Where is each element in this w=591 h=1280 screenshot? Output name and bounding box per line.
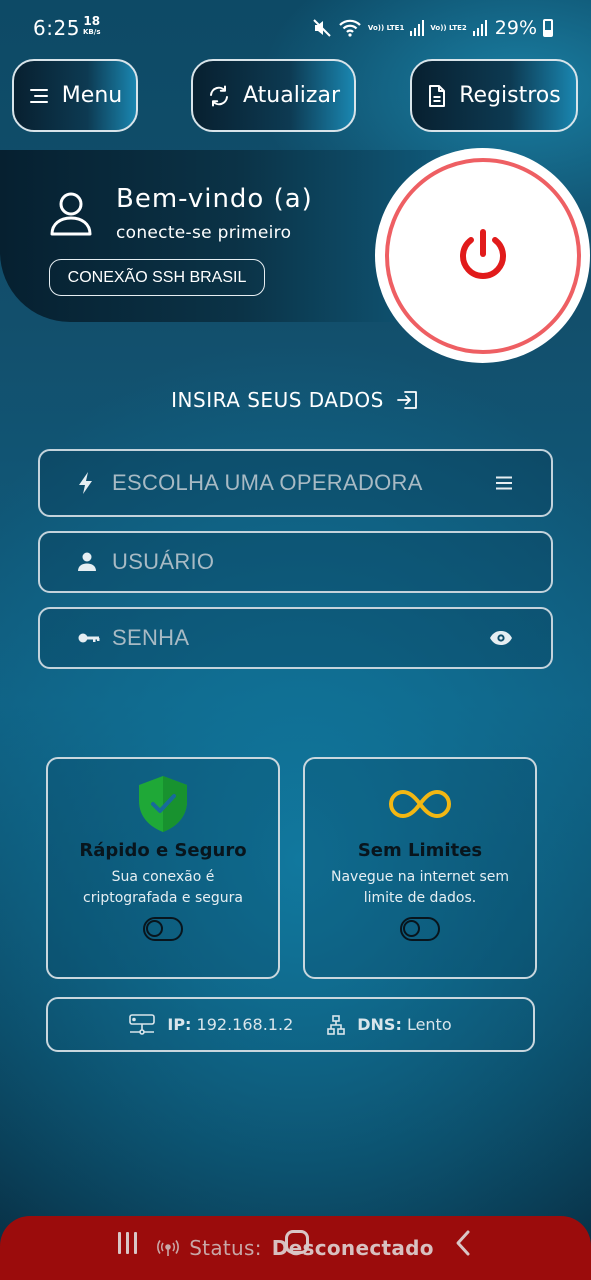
power-ring: [384, 157, 581, 354]
refresh-button[interactable]: Atualizar: [191, 59, 356, 132]
wifi-icon: [339, 19, 361, 37]
ip-info: IP: 192.168.1.2: [167, 1015, 293, 1034]
welcome-subtitle: conecte-se primeiro: [116, 223, 292, 243]
feature-card-unlimited: Sem Limites Navegue na internet sem limi…: [303, 757, 537, 979]
infinity-icon: [388, 773, 452, 835]
feature-description: Sua conexão é criptografada e segura: [83, 869, 243, 906]
menu-icon: [29, 88, 48, 103]
logs-button-label: Registros: [459, 83, 561, 108]
system-status-bar: 6:25 18 KB/s Vo)) LTE1 Vo)) LTE2 29%: [0, 0, 591, 56]
password-placeholder: SENHA: [112, 625, 190, 650]
dns-info: DNS: Lento: [357, 1015, 451, 1034]
clock: 6:25: [33, 16, 80, 40]
battery-percent: 29%: [494, 17, 537, 39]
net-speed-unit: KB/s: [83, 28, 101, 36]
eye-icon[interactable]: [489, 630, 513, 646]
back-icon[interactable]: [455, 1229, 471, 1257]
sim1-label: Vo)) LTE1: [367, 24, 405, 32]
shield-check-icon: [136, 773, 190, 835]
signal-bars-1: [410, 20, 425, 36]
status-icons: Vo)) LTE1 Vo)) LTE2 29%: [312, 14, 553, 42]
refresh-icon: [209, 85, 228, 106]
secure-toggle[interactable]: [143, 917, 183, 941]
password-field[interactable]: SENHA: [38, 607, 553, 669]
feature-title: Rápido e Seguro: [79, 840, 247, 861]
power-icon: [459, 228, 506, 279]
power-button[interactable]: [375, 148, 590, 363]
signal-bars-2: [472, 20, 487, 36]
status-label: Status:: [189, 1236, 262, 1260]
refresh-button-label: Atualizar: [242, 83, 340, 108]
antenna-icon: [157, 1240, 180, 1256]
ip-value: 192.168.1.2: [196, 1015, 294, 1034]
feature-title: Sem Limites: [357, 840, 483, 861]
document-icon: [429, 84, 446, 107]
login-icon: [396, 391, 417, 409]
user-icon: [50, 192, 92, 236]
dns-value: Lento: [406, 1015, 452, 1034]
net-speed-value: 18: [83, 14, 101, 28]
username-placeholder: USUÁRIO: [112, 549, 215, 574]
net-speed: 18 KB/s: [83, 14, 101, 38]
operator-select[interactable]: ESCOLHA UMA OPERADORA: [38, 449, 553, 517]
feature-description: Navegue na internet sem limite de dados.: [330, 869, 510, 906]
sim2-label: Vo)) LTE2: [430, 24, 467, 32]
operator-placeholder: ESCOLHA UMA OPERADORA: [112, 470, 423, 495]
welcome-title: Bem-vindo (a): [116, 184, 313, 214]
ip-label: IP:: [167, 1015, 192, 1034]
feature-card-secure: Rápido e Seguro Sua conexão é criptograf…: [46, 757, 280, 979]
home-button[interactable]: [285, 1230, 309, 1254]
recent-apps-button[interactable]: [118, 1232, 137, 1254]
unlimited-toggle[interactable]: [400, 917, 440, 941]
form-title: INSIRA SEUS DADOS: [0, 388, 591, 412]
form-title-text: INSIRA SEUS DADOS: [171, 388, 384, 412]
person-icon: [78, 552, 96, 572]
key-icon: [78, 632, 100, 644]
network-info-bar: IP: 192.168.1.2 DNS: Lento: [46, 997, 535, 1052]
bolt-icon: [78, 471, 94, 495]
server-icon: [129, 1013, 156, 1035]
menu-button[interactable]: Menu: [12, 59, 138, 132]
list-icon: [495, 476, 513, 490]
battery-icon: [543, 19, 553, 37]
server-badge[interactable]: CONEXÃO SSH BRASIL: [49, 259, 265, 296]
mute-icon: [313, 19, 331, 37]
menu-button-label: Menu: [61, 83, 123, 108]
logs-button[interactable]: Registros: [410, 59, 578, 132]
username-field[interactable]: USUÁRIO: [38, 531, 553, 593]
network-tree-icon: [327, 1014, 346, 1035]
dns-label: DNS:: [357, 1015, 402, 1034]
